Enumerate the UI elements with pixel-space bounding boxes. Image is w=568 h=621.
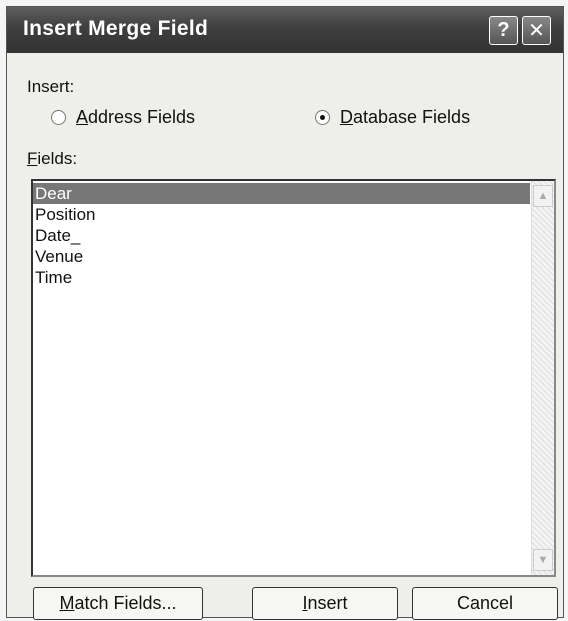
fields-list: Dear Position Date_ Venue Time (33, 183, 530, 288)
address-fields-option[interactable]: Address Fields (51, 107, 195, 128)
close-button[interactable]: ✕ (522, 16, 551, 45)
cancel-button[interactable]: Cancel (412, 587, 558, 620)
list-item-date[interactable]: Date_ (33, 225, 530, 246)
list-item-dear[interactable]: Dear (33, 183, 530, 204)
fields-label: Fields: (27, 149, 78, 168)
list-item-time[interactable]: Time (33, 267, 530, 288)
fields-listbox[interactable]: Dear Position Date_ Venue Time ▲ ▼ (31, 179, 556, 577)
address-fields-radio[interactable] (51, 110, 66, 125)
dialog-title: Insert Merge Field (23, 17, 209, 40)
match-fields-button[interactable]: Match Fields... (33, 587, 203, 620)
insert-label: Insert: (27, 77, 75, 96)
list-item-position[interactable]: Position (33, 204, 530, 225)
title-bar[interactable]: Insert Merge Field ? ✕ (7, 7, 563, 53)
help-button[interactable]: ? (489, 16, 518, 45)
scroll-down-arrow-icon[interactable]: ▼ (533, 549, 553, 571)
database-fields-radio[interactable] (315, 110, 330, 125)
list-scrollbar[interactable]: ▲ ▼ (531, 181, 554, 575)
insert-merge-field-dialog: Insert Merge Field ? ✕ Insert: Address F… (6, 6, 564, 620)
list-item-venue[interactable]: Venue (33, 246, 530, 267)
database-fields-option[interactable]: Database Fields (315, 107, 470, 128)
address-fields-label: Address Fields (76, 107, 196, 127)
scroll-up-arrow-icon[interactable]: ▲ (533, 185, 553, 207)
insert-button[interactable]: Insert (252, 587, 398, 620)
database-fields-label: Database Fields (340, 107, 471, 127)
